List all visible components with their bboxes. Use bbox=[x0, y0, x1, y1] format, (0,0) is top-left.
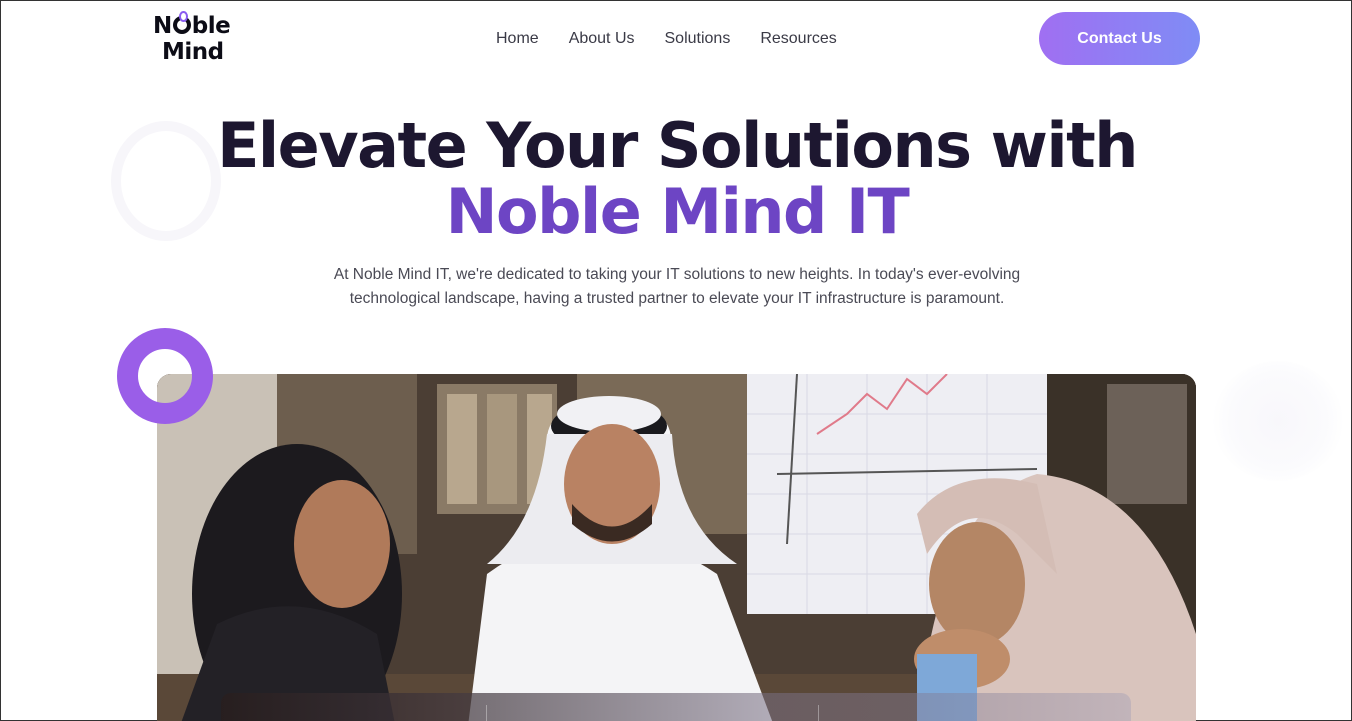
hero-image bbox=[157, 374, 1196, 721]
hero-title: Elevate Your Solutions with Noble Mind I… bbox=[1, 113, 1352, 245]
image-info-overlay bbox=[221, 693, 1131, 721]
overlay-divider bbox=[486, 705, 487, 721]
logo-o-mark-icon bbox=[172, 11, 191, 34]
hero-title-brand: Noble Mind IT bbox=[445, 175, 910, 248]
nav-item-solutions[interactable]: Solutions bbox=[665, 29, 731, 49]
logo-line-2: Mind bbox=[162, 39, 224, 65]
hero-description-line-1: At Noble Mind IT, we're dedicated to tak… bbox=[333, 266, 1021, 283]
decorative-faint-blob bbox=[1213, 361, 1343, 481]
overlay-divider bbox=[818, 705, 819, 721]
main-nav: Home About Us Solutions Resources bbox=[496, 29, 837, 49]
site-header: Nble Mind Home About Us Solutions Resour… bbox=[1, 1, 1352, 77]
hero-title-line-1: Elevate Your Solutions with bbox=[217, 109, 1138, 182]
contact-us-button[interactable]: Contact Us bbox=[1039, 12, 1200, 65]
nav-item-about-us[interactable]: About Us bbox=[569, 29, 635, 49]
hero-description: At Noble Mind IT, we're dedicated to tak… bbox=[301, 263, 1053, 311]
nav-item-resources[interactable]: Resources bbox=[760, 29, 836, 49]
logo-line-1: Nble bbox=[153, 11, 231, 39]
nav-item-home[interactable]: Home bbox=[496, 29, 539, 49]
noble-mind-logo[interactable]: Nble Mind bbox=[153, 11, 243, 66]
meeting-photo-illustration bbox=[157, 374, 1196, 721]
hero-description-line-2: technological landscape, having a truste… bbox=[349, 290, 1005, 307]
decorative-purple-ring bbox=[117, 328, 213, 424]
